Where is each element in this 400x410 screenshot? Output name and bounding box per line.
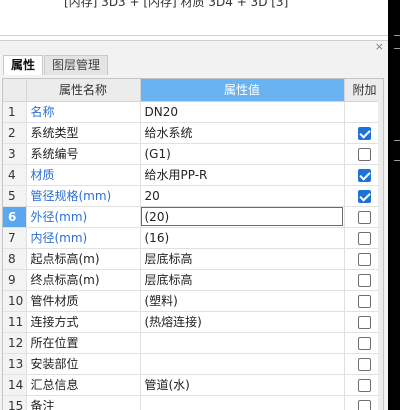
attach-checkbox[interactable]	[358, 315, 371, 329]
property-value[interactable]: 20	[140, 185, 345, 207]
grid-scrollbar[interactable]	[378, 79, 383, 410]
property-name: 终点标高(m)	[26, 269, 141, 291]
property-value[interactable]: 给水用PP-R	[140, 164, 345, 186]
table-row[interactable]: 7 内径(mm) (16)	[3, 227, 383, 249]
property-name: 内径(mm)	[26, 227, 141, 249]
property-name: 系统编号	[26, 143, 141, 165]
canvas-line	[394, 48, 400, 49]
table-row[interactable]: 2 系统类型 给水系统	[3, 122, 383, 144]
row-number: 14	[3, 374, 27, 396]
panel-header: ×	[0, 40, 388, 55]
attach-checkbox[interactable]	[358, 336, 371, 350]
attach-checkbox[interactable]	[358, 252, 371, 266]
row-number: 8	[3, 248, 27, 270]
attach-checkbox[interactable]	[358, 357, 371, 371]
property-value[interactable]: (热熔连接)	[140, 311, 345, 333]
property-name: 所在位置	[26, 332, 141, 354]
row-number: 2	[3, 122, 27, 144]
attach-checkbox[interactable]	[358, 210, 371, 224]
table-row[interactable]: 1 名称 DN20	[3, 101, 383, 123]
table-row[interactable]: 9 终点标高(m) 层底标高	[3, 269, 383, 291]
table-row[interactable]: 11 连接方式 (热熔连接)	[3, 311, 383, 333]
row-number: 3	[3, 143, 27, 165]
row-number: 15	[3, 395, 27, 410]
property-value[interactable]	[140, 332, 345, 354]
canvas-line	[394, 140, 400, 141]
property-name: 材质	[26, 164, 141, 186]
property-value[interactable]: 管道(水)	[140, 374, 345, 396]
grid-body: 1 名称 DN20 2 系统类型 给水系统 3 系统编号 (G1) 4 材质 给水用PP-R 5 管径规格…	[3, 101, 383, 410]
canvas-line	[394, 35, 400, 36]
attach-checkbox[interactable]	[358, 399, 371, 410]
property-name-header: 属性名称	[26, 79, 141, 102]
attach-checkbox[interactable]	[358, 294, 371, 308]
panel-tabs: 属性 图层管理	[0, 55, 388, 75]
row-number: 9	[3, 269, 27, 291]
tab-layer-management[interactable]: 图层管理	[44, 55, 109, 75]
table-row[interactable]: 15 备注	[3, 395, 383, 410]
row-number: 7	[3, 227, 27, 249]
row-number: 10	[3, 290, 27, 312]
table-row[interactable]: 12 所在位置	[3, 332, 383, 354]
row-number: 4	[3, 164, 27, 186]
table-row[interactable]: 10 管件材质 (塑料)	[3, 290, 383, 312]
property-name: 管件材质	[26, 290, 141, 312]
property-name: 安装部位	[26, 353, 141, 375]
row-number: 11	[3, 311, 27, 333]
close-icon[interactable]: ×	[375, 40, 384, 53]
property-value[interactable]	[140, 353, 345, 375]
table-row[interactable]: 6 外径(mm) (20)	[3, 206, 383, 228]
row-number: 5	[3, 185, 27, 207]
table-row[interactable]: 5 管径规格(mm) 20	[3, 185, 383, 207]
property-name: 连接方式	[26, 311, 141, 333]
property-name: 备注	[26, 395, 141, 410]
property-name: 起点标高(m)	[26, 248, 141, 270]
attach-checkbox[interactable]	[358, 273, 371, 287]
row-number: 13	[3, 353, 27, 375]
grid-header-row: 属性名称 属性值 附加	[3, 79, 383, 102]
property-value[interactable]: (16)	[140, 227, 345, 249]
table-row[interactable]: 14 汇总信息 管道(水)	[3, 374, 383, 396]
property-value[interactable]	[140, 395, 345, 410]
upper-panel: [内存] 3D3 + [内存] 材质 3D4 + 3D [3]	[0, 0, 388, 36]
attach-checkbox[interactable]	[358, 189, 371, 203]
table-row[interactable]: 4 材质 给水用PP-R	[3, 164, 383, 186]
table-row[interactable]: 3 系统编号 (G1)	[3, 143, 383, 165]
property-panel: × 属性 图层管理 属性名称 属性值 附加 1 名称 DN20 2 系统类型 给水系统 3 系…	[0, 40, 388, 410]
property-value[interactable]: 层底标高	[140, 248, 345, 270]
row-number: 12	[3, 332, 27, 354]
attach-checkbox[interactable]	[358, 126, 371, 140]
property-name: 系统类型	[26, 122, 141, 144]
attach-checkbox[interactable]	[358, 168, 371, 182]
attach-checkbox[interactable]	[358, 231, 371, 245]
attach-checkbox[interactable]	[358, 378, 371, 392]
property-value[interactable]: 层底标高	[140, 269, 345, 291]
table-row[interactable]: 13 安装部位	[3, 353, 383, 375]
drawing-canvas-edge[interactable]	[388, 0, 400, 410]
row-number: 1	[3, 101, 27, 123]
property-value[interactable]: DN20	[140, 101, 345, 123]
row-number-header	[3, 79, 27, 102]
property-name: 管径规格(mm)	[26, 185, 141, 207]
attach-checkbox[interactable]	[358, 147, 371, 161]
table-row[interactable]: 8 起点标高(m) 层底标高	[3, 248, 383, 270]
property-name: 外径(mm)	[26, 206, 141, 228]
tab-properties[interactable]: 属性	[3, 55, 44, 75]
property-name: 名称	[26, 101, 141, 123]
property-name: 汇总信息	[26, 374, 141, 396]
property-value[interactable]: (G1)	[140, 143, 345, 165]
upper-panel-text: [内存] 3D3 + [内存] 材质 3D4 + 3D [3]	[64, 0, 289, 9]
property-grid: 属性名称 属性值 附加 1 名称 DN20 2 系统类型 给水系统 3 系统编号 (G1) 4 材质…	[2, 78, 384, 410]
property-value[interactable]: (塑料)	[140, 290, 345, 312]
property-value-header: 属性值	[140, 79, 345, 102]
row-number: 6	[3, 206, 27, 228]
property-value[interactable]: 给水系统	[140, 122, 345, 144]
property-value[interactable]: (20)	[140, 206, 345, 228]
canvas-line	[394, 160, 400, 161]
